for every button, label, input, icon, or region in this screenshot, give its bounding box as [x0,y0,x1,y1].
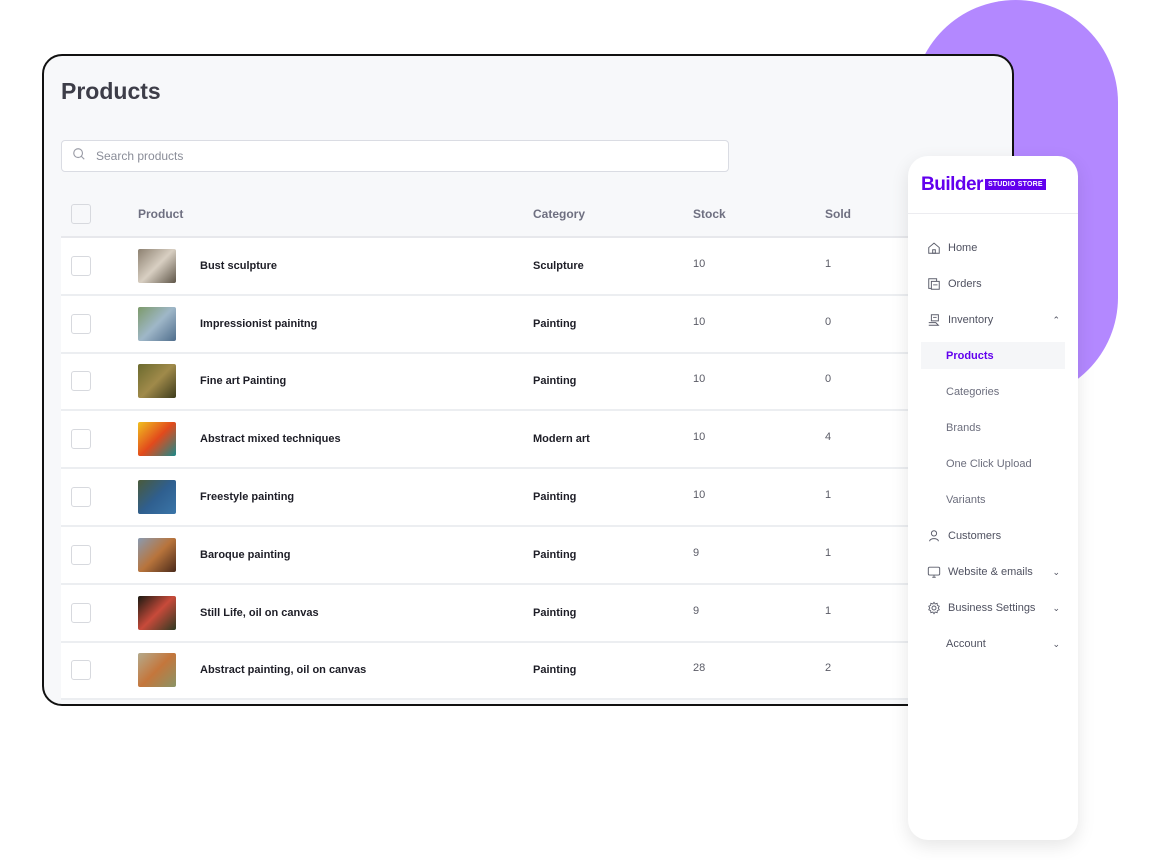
search-input[interactable] [96,149,696,163]
sidebar-item-products[interactable]: Products [921,342,1065,369]
row-checkbox[interactable] [71,544,91,565]
sidebar-item-label: Home [948,242,978,254]
product-thumbnail [138,248,176,283]
product-stock: 10 [693,489,706,502]
table-row[interactable]: Abstract mixed techniques Modern art 10 … [61,411,961,470]
product-category: Painting [533,606,577,619]
product-name[interactable]: Freestyle painting [200,491,533,503]
sidebar-item-home[interactable]: Home [908,230,1078,266]
product-name[interactable]: Still Life, oil on canvas [200,607,533,619]
select-all-checkbox[interactable] [71,204,91,224]
page-title: Products [61,78,161,104]
product-thumbnail [138,653,176,688]
table-row[interactable]: Impressionist painitng Painting 10 0 [61,295,961,354]
product-name[interactable]: Abstract mixed techniques [200,433,533,445]
sidebar-item-variants[interactable]: Variants [908,482,1078,518]
product-category: Sculpture [533,259,584,272]
column-header-category[interactable]: Category [533,207,693,221]
sidebar-item-brands[interactable]: Brands [908,410,1078,446]
table-row[interactable]: Abstract painting, oil on canvas Paintin… [61,642,961,701]
product-stock: 28 [693,662,706,675]
product-name[interactable]: Abstract painting, oil on canvas [200,664,533,676]
row-checkbox[interactable] [71,602,91,623]
sidebar: Builder STUDIO STORE Home Orders Inventory… [908,156,1078,840]
table-row[interactable]: Fine art Painting Painting 10 0 [61,353,961,412]
product-stock: 10 [693,373,706,386]
row-checkbox[interactable] [71,487,91,508]
sidebar-item-account[interactable]: Account ⌄ [908,626,1078,662]
sidebar-item-website-emails[interactable]: Website & emails ⌄ [908,554,1078,590]
chevron-down-icon[interactable]: ⌄ [1052,603,1060,614]
row-checkbox[interactable] [71,371,91,392]
product-category: Modern art [533,433,590,446]
sidebar-item-customers[interactable]: Customers [908,518,1078,554]
row-checkbox[interactable] [71,660,91,681]
product-thumbnail [138,595,176,630]
product-thumbnail [138,306,176,341]
sidebar-item-label: Variants [946,494,986,506]
product-category: Painting [533,375,577,388]
product-stock: 9 [693,546,700,559]
sidebar-item-label: Account [946,638,986,650]
product-thumbnail [138,364,176,399]
sidebar-nav: Home Orders Inventory ⌃ Products Categories Br… [908,230,1078,662]
chevron-down-icon[interactable]: ⌄ [1052,567,1060,578]
table-row[interactable]: Freestyle painting Painting 10 1 [61,469,961,527]
customers-icon [927,529,941,543]
sidebar-item-label: Customers [948,530,1002,542]
search-icon [72,147,86,166]
product-stock: 10 [693,257,706,270]
column-header-product[interactable]: Product [138,207,183,221]
chevron-up-icon[interactable]: ⌃ [1052,315,1060,326]
products-table: Product Category Stock Sold Bust sculptu… [61,192,961,701]
column-header-stock[interactable]: Stock [693,207,825,221]
product-category: Painting [533,491,577,504]
product-category: Painting [533,548,577,561]
sidebar-item-business-settings[interactable]: Business Settings ⌄ [908,590,1078,626]
table-row[interactable]: Baroque painting Painting 9 1 [61,526,961,585]
inventory-icon [927,313,941,327]
chevron-down-icon[interactable]: ⌄ [1052,639,1060,650]
product-category: Painting [533,317,577,330]
row-checkbox[interactable] [71,313,91,334]
home-icon [927,241,941,255]
sidebar-item-orders[interactable]: Orders [908,266,1078,302]
table-row[interactable]: Bust sculpture Sculpture 10 1 [61,238,961,296]
orders-icon [927,277,941,291]
table-row[interactable]: Still Life, oil on canvas Painting 9 1 [61,584,961,643]
sidebar-item-inventory[interactable]: Inventory ⌃ [908,302,1078,338]
brand-badge: STUDIO STORE [984,179,1046,190]
sidebar-item-label: Inventory [948,314,994,326]
brand-logo[interactable]: Builder STUDIO STORE [908,156,1078,214]
search-box[interactable] [61,140,729,172]
sidebar-item-label: Business Settings [948,602,1036,614]
monitor-icon [927,565,941,579]
sidebar-item-one-click-upload[interactable]: One Click Upload [908,446,1078,482]
product-stock: 10 [693,315,706,328]
product-name[interactable]: Baroque painting [200,549,533,561]
products-window: Products Product Category Stock Sold Bus… [42,54,1014,706]
brand-wordmark: Builder [921,173,983,195]
product-name[interactable]: Bust sculpture [200,260,533,272]
product-thumbnail [138,422,176,457]
row-checkbox[interactable] [71,429,91,450]
sidebar-item-label: Website & emails [948,566,1033,578]
product-category: Painting [533,664,577,677]
sidebar-item-label: One Click Upload [946,458,1032,470]
gear-icon [927,601,941,615]
product-thumbnail [138,480,176,515]
product-name[interactable]: Impressionist painitng [200,318,533,330]
row-checkbox[interactable] [71,255,91,276]
product-thumbnail [138,537,176,572]
sidebar-item-label: Orders [948,278,982,290]
sidebar-item-label: Brands [946,422,981,434]
product-stock: 9 [693,604,700,617]
table-header: Product Category Stock Sold [61,192,961,238]
product-stock: 10 [693,431,706,444]
sidebar-item-categories[interactable]: Categories [908,374,1078,410]
sidebar-item-label: Products [946,349,994,362]
product-name[interactable]: Fine art Painting [200,375,533,387]
sidebar-item-label: Categories [946,386,1000,398]
